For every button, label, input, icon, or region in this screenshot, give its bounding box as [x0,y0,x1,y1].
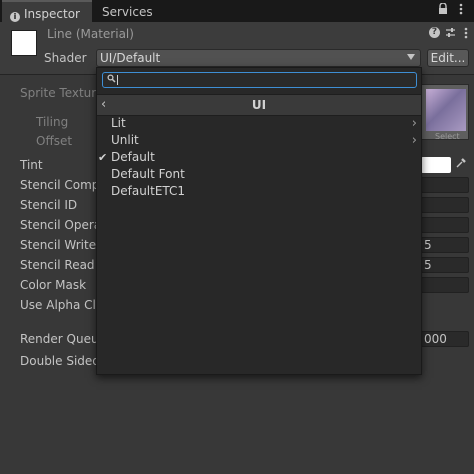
chevron-right-icon: › [411,133,417,148]
render-queue-value: 000 [424,332,447,346]
popup-item-unlit[interactable]: Unlit › [97,132,421,149]
material-preview-swatch [11,30,37,56]
tab-services[interactable]: Services [96,2,182,22]
texture-select-label[interactable]: Select [435,132,460,139]
info-icon: i [10,12,20,22]
prop-offset: Offset [36,134,73,148]
prop-double-sided: Double Sided [20,354,100,368]
tab-inspector[interactable]: i Inspector [2,0,92,22]
popup-item-default-etc1[interactable]: DefaultETC1 [97,183,421,200]
help-icon[interactable]: ? [429,27,441,41]
search-input[interactable] [102,72,417,88]
popup-item-default[interactable]: ✔ Default [97,149,421,166]
tint-color-field[interactable] [421,157,451,173]
stencil-comp-field[interactable] [421,177,469,193]
tab-inspector-label: Inspector [24,7,80,21]
edit-shader-button[interactable]: Edit... [427,49,469,67]
texture-thumbnail[interactable]: Select [421,84,469,140]
stencil-operation-field[interactable] [421,217,469,233]
prop-stencil-write: Stencil Write [20,238,97,252]
lock-icon[interactable] [437,2,449,19]
render-queue-field[interactable]: 000 [421,331,469,347]
stencil-read-field[interactable]: 5 [421,257,469,273]
popup-item-default-font[interactable]: Default Font [97,166,421,183]
prop-stencil-read: Stencil Read [20,258,95,272]
popup-title: UI [251,98,267,112]
shader-popup: ‹ UI Lit › Unlit › ✔ Default Default Fon… [96,67,422,375]
popup-item-label: DefaultETC1 [111,184,186,198]
prop-color-mask: Color Mask [20,278,87,292]
prop-stencil-id: Stencil ID [20,198,78,212]
popup-item-label: Lit [111,116,126,130]
stencil-write-value: 5 [424,238,432,252]
stencil-write-field[interactable]: 5 [421,237,469,253]
prop-render-queue: Render Queue [20,332,106,346]
text-cursor [117,75,118,85]
popup-item-label: Default Font [111,167,185,181]
prop-stencil-operation: Stencil Opera [20,218,102,232]
texture-preview [426,89,466,131]
kebab-menu-icon[interactable] [455,3,467,19]
prop-use-alpha-clip: Use Alpha Cli [20,298,100,312]
stencil-read-value: 5 [424,258,432,272]
dropdown-arrow-icon [407,54,415,60]
prop-tiling: Tiling [36,115,69,129]
shader-value: UI/Default [100,51,161,65]
tab-bar: i Inspector Services [0,0,474,22]
search-icon [107,74,117,86]
material-title: Line (Material) [47,27,134,41]
prop-sprite-texture: Sprite Texture [20,86,104,100]
sliders-icon[interactable] [444,27,456,41]
tab-services-label: Services [102,5,153,19]
header-kebab-menu-icon[interactable] [460,27,472,41]
chevron-right-icon: › [411,116,417,131]
eyedropper-icon[interactable] [456,157,468,173]
color-mask-field[interactable] [421,277,469,293]
shader-dropdown[interactable]: UI/Default [96,49,421,67]
popup-item-label: Default [111,150,155,164]
popup-header: ‹ UI [97,94,421,116]
popup-item-label: Unlit [111,133,139,147]
prop-stencil-comp: Stencil Comp [20,178,100,192]
checkmark-icon: ✔ [98,151,108,164]
prop-tint: Tint [20,158,43,172]
stencil-id-field[interactable] [421,197,469,213]
popup-item-lit[interactable]: Lit › [97,115,421,132]
shader-label: Shader [44,51,87,65]
